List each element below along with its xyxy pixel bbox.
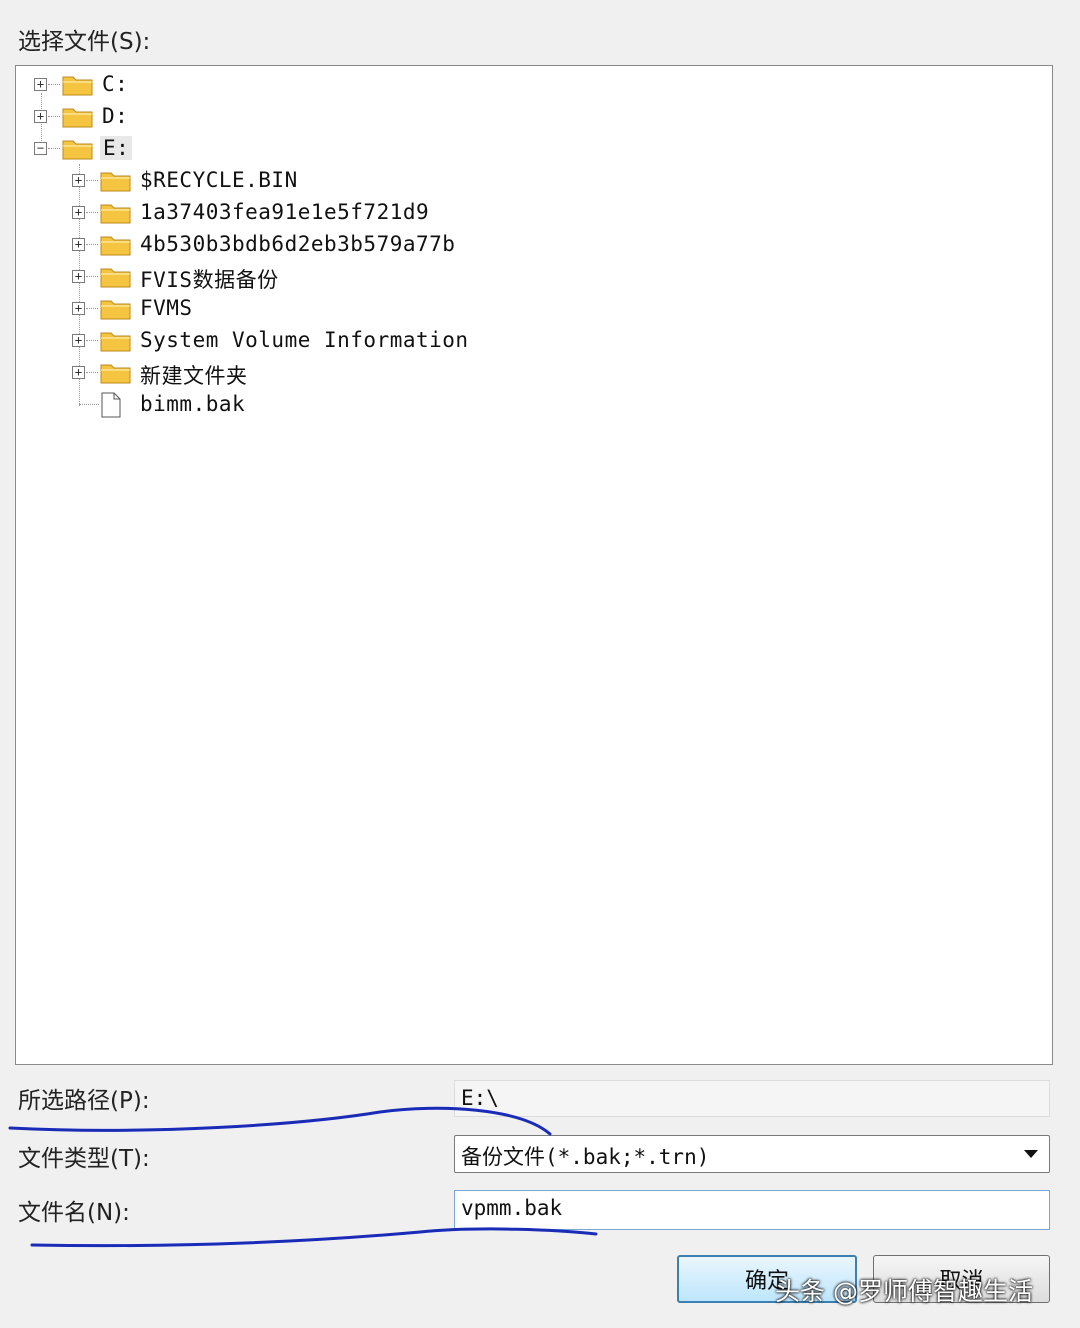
collapse-toggle-icon[interactable]: − bbox=[34, 142, 47, 155]
expand-toggle-icon[interactable]: + bbox=[72, 366, 85, 379]
expand-toggle-icon[interactable]: + bbox=[72, 334, 85, 347]
expand-toggle-icon[interactable]: + bbox=[72, 206, 85, 219]
expand-toggle-icon[interactable]: + bbox=[72, 302, 85, 315]
tree-node-label: FVMS bbox=[140, 296, 193, 320]
tree-node-label: 新建文件夹 bbox=[140, 364, 248, 388]
folder-icon bbox=[100, 236, 131, 256]
tree-node-label: 1a37403fea91e1e5f721d9 bbox=[140, 200, 430, 224]
tree-node-label: System Volume Information bbox=[140, 328, 469, 352]
file-icon bbox=[101, 392, 121, 418]
expand-toggle-icon[interactable]: + bbox=[72, 174, 85, 187]
tree-node-label: bimm.bak bbox=[140, 392, 246, 416]
tree-node-label: $RECYCLE.BIN bbox=[140, 168, 298, 192]
annotation-underlines bbox=[8, 1106, 598, 1248]
expand-toggle-icon[interactable]: + bbox=[34, 78, 47, 91]
watermark: 头条 @罗师傅智趣生活 bbox=[775, 1277, 1033, 1306]
select-file-label: 选择文件(S): bbox=[18, 29, 151, 55]
folder-icon bbox=[100, 300, 131, 320]
expand-toggle-icon[interactable]: + bbox=[72, 270, 85, 283]
folder-icon bbox=[100, 332, 131, 352]
tree-node-label: FVIS数据备份 bbox=[140, 268, 279, 292]
folder-icon bbox=[100, 268, 131, 288]
chevron-down-icon[interactable] bbox=[1023, 1149, 1039, 1159]
tree-node-label: C: bbox=[102, 72, 129, 96]
folder-icon bbox=[62, 140, 93, 160]
folder-icon bbox=[100, 172, 131, 192]
folder-tree[interactable]: + C: + D: − E: + $RECYCLE.BIN + 1a37403f… bbox=[15, 65, 1053, 1065]
tree-node-label: E: bbox=[100, 136, 133, 160]
expand-toggle-icon[interactable]: + bbox=[34, 110, 47, 123]
folder-icon bbox=[62, 108, 93, 128]
folder-icon bbox=[62, 76, 93, 96]
expand-toggle-icon[interactable]: + bbox=[72, 238, 85, 251]
tree-node-label: 4b530b3bdb6d2eb3b579a77b bbox=[140, 232, 456, 256]
folder-icon bbox=[100, 204, 131, 224]
folder-icon bbox=[100, 364, 131, 384]
tree-node-label: D: bbox=[102, 104, 129, 128]
